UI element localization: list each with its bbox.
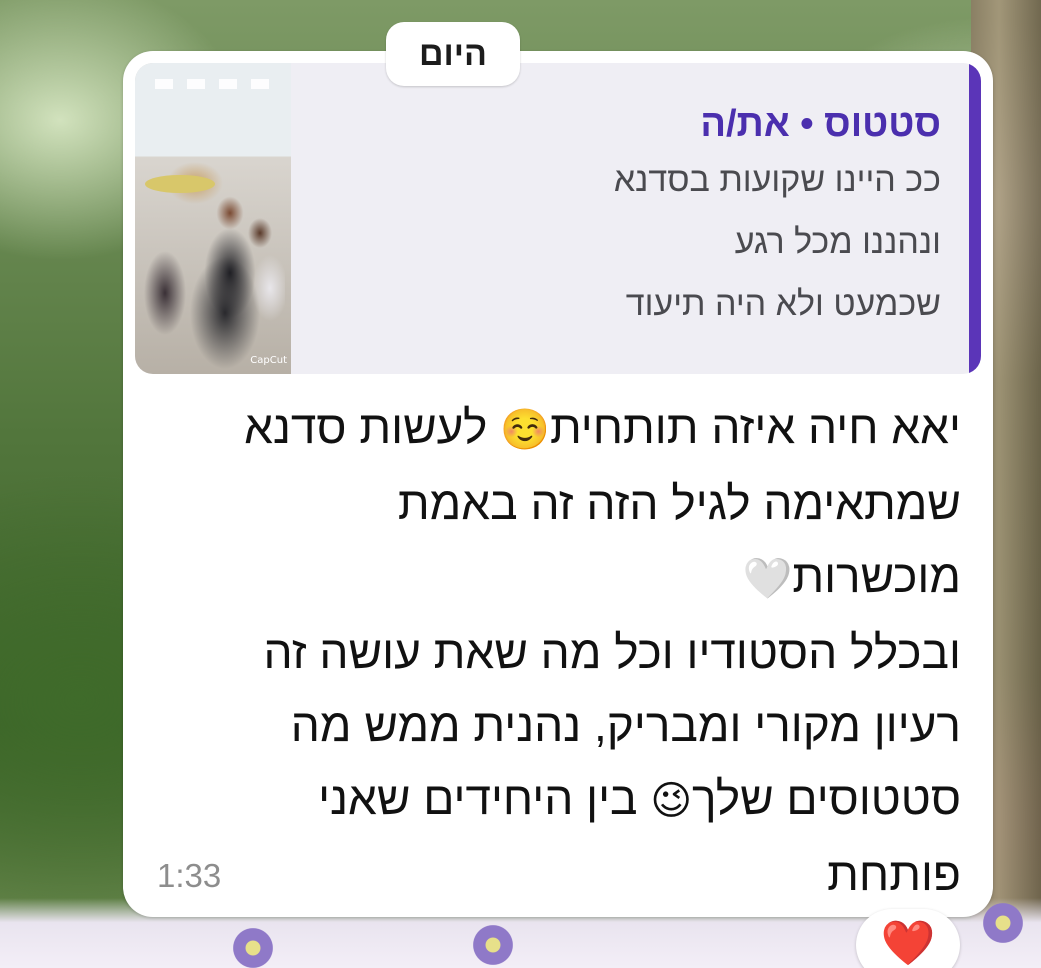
thumbnail-ceiling-lights (155, 79, 275, 89)
message-bubble[interactable]: CapCut סטטוס • את/ה ככ היינו שקועות בסדנ… (123, 51, 993, 917)
message-line: ובכלל הסטודיו וכל מה שאת עושה זה (263, 626, 961, 678)
quoted-status-title: סטטוס • את/ה (700, 103, 941, 145)
message-text-segment: יאא חיה איזה תותחית (549, 401, 961, 453)
thumbnail-watermark: CapCut (250, 355, 287, 366)
quoted-status-line: ונהננו מכל רגע (734, 223, 941, 261)
background-flower (230, 925, 276, 968)
thumbnail-people (175, 193, 285, 343)
message-line: סטטוסים שלך😉 בין היחידים שאני (141, 762, 961, 838)
status-thumbnail[interactable]: CapCut (135, 63, 291, 374)
message-text-segment: בין היחידים שאני (318, 772, 651, 824)
message-line: רעיון מקורי ומבריק, נהנית ממש מה (290, 699, 961, 751)
winking-face-emoji: 😉 (650, 778, 693, 824)
quoted-status-line: ככ היינו שקועות בסדנא (613, 161, 941, 199)
message-line: שמתאימה לגיל הזה זה באמת (397, 477, 961, 529)
message-text-segment: מוכשרות (792, 550, 961, 602)
background-flower (980, 900, 1026, 946)
smiling-face-emoji: ☺️ (500, 407, 550, 453)
message-text-segment: סטטוסים שלך (692, 772, 961, 824)
message-line: פותחת (827, 848, 961, 900)
reaction-emoji: ❤️ (880, 918, 936, 968)
background-flower (470, 922, 516, 968)
date-divider: היום (386, 22, 520, 86)
quoted-status-reply[interactable]: CapCut סטטוס • את/ה ככ היינו שקועות בסדנ… (135, 63, 981, 374)
message-text-segment: לעשות סדנא (244, 401, 501, 453)
thumbnail-table (145, 175, 215, 193)
message-line: מוכשרות🤍 (141, 540, 961, 616)
message-timestamp: 1:33 (157, 857, 222, 894)
message-line: יאא חיה איזה תותחית☺️ לעשות סדנא (141, 391, 961, 467)
quoted-status-line: שכמעט ולא היה תיעוד (625, 285, 941, 323)
heart-reaction-icon[interactable]: ❤️ (856, 909, 960, 968)
quoted-status-text: סטטוס • את/ה ככ היינו שקועות בסדנא ונהננ… (301, 99, 941, 335)
quote-accent-bar (969, 63, 981, 374)
white-heart-emoji: 🤍 (742, 556, 793, 602)
message-text: יאא חיה איזה תותחית☺️ לעשות סדנא שמתאימה… (141, 391, 961, 911)
